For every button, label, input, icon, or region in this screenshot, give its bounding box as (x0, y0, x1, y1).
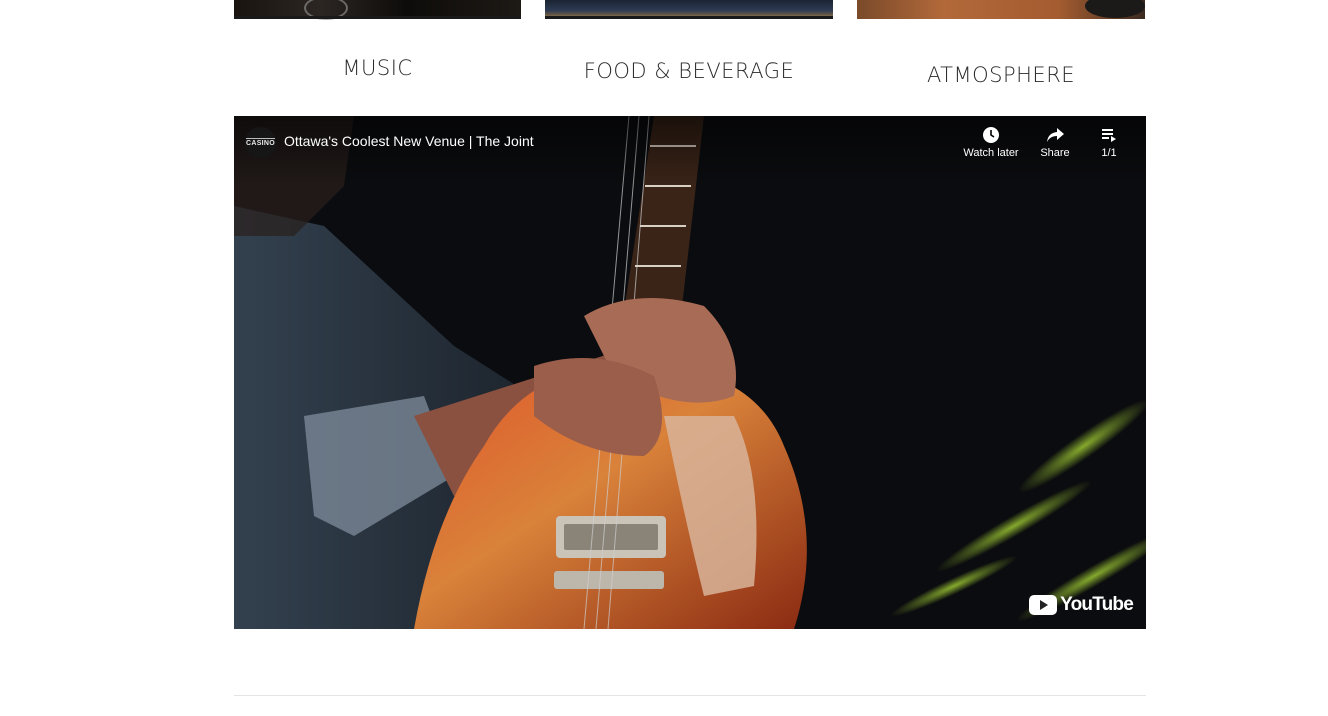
section-divider (234, 695, 1146, 696)
share-label: Share (1040, 147, 1070, 159)
video-frame (234, 116, 1146, 629)
playlist-icon (1102, 129, 1116, 142)
channel-logo-text: CASINO (245, 138, 276, 147)
category-atmosphere-label[interactable]: ATMOSPHERE (857, 63, 1145, 87)
playlist-button[interactable]: 1/1 (1074, 126, 1144, 159)
channel-avatar[interactable]: CASINO (245, 127, 276, 158)
video-player[interactable]: CASINO Ottawa's Coolest New Venue | The … (234, 116, 1146, 629)
watch-later-label: Watch later (963, 147, 1019, 159)
clock-icon (983, 127, 999, 143)
share-arrow-icon (1047, 128, 1064, 142)
music-thumbnail[interactable] (234, 0, 521, 20)
youtube-brand-text: YouTube (1060, 594, 1134, 615)
category-food-beverage-label[interactable]: FOOD & BEVERAGE (545, 59, 833, 83)
video-title[interactable]: Ottawa's Coolest New Venue | The Joint (284, 133, 534, 149)
watch-later-button[interactable]: Watch later (956, 126, 1026, 159)
youtube-logo[interactable]: YouTube (1029, 594, 1134, 616)
playlist-count: 1/1 (1101, 147, 1117, 159)
youtube-play-icon (1029, 595, 1058, 615)
food-beverage-thumbnail[interactable] (545, 0, 833, 19)
atmosphere-thumbnail[interactable] (857, 0, 1145, 19)
category-music-label[interactable]: MUSIC (234, 56, 521, 80)
